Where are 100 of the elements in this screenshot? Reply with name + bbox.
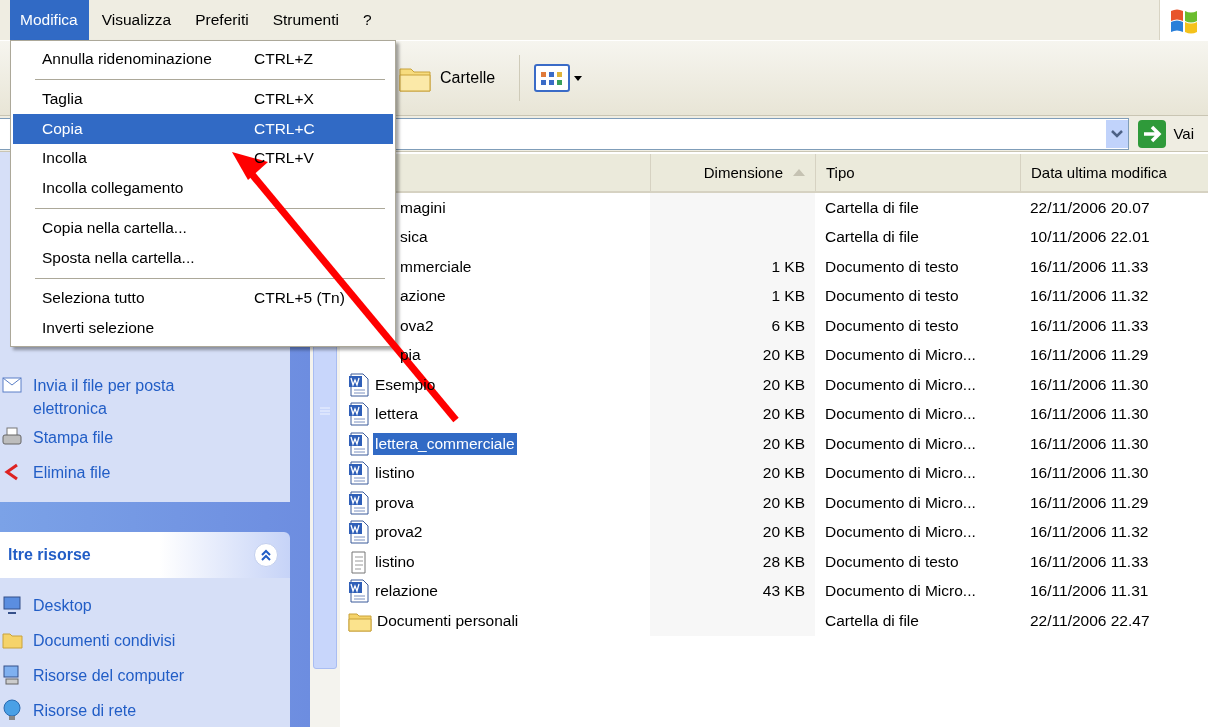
word-document-icon (348, 579, 370, 604)
file-date: 22/11/2006 20.07 (1030, 198, 1150, 217)
file-type: Documento di testo (825, 257, 959, 276)
file-type: Cartella di file (825, 611, 919, 630)
size-cell: 43 KB (650, 576, 815, 606)
size-cell: 6 KB (650, 311, 815, 341)
sort-arrow-icon (793, 169, 805, 176)
file-name[interactable]: magini (398, 196, 448, 219)
printer-icon (2, 426, 24, 448)
file-name[interactable]: lettera (373, 403, 421, 426)
size-cell: 20 KB (650, 340, 815, 370)
file-date: 10/11/2006 22.01 (1030, 228, 1150, 247)
menu-item[interactable]: Copia CTRL+C (13, 114, 393, 144)
file-type: Documento di Micro... (825, 493, 976, 512)
task-link[interactable]: Invia il file per posta elettronica (33, 374, 233, 420)
file-type: Documento di Micro... (825, 523, 976, 542)
menu-item[interactable]: Incolla CTRL+V (13, 143, 393, 173)
menu-bar-item[interactable]: ? (353, 0, 383, 40)
file-type: Documento di Micro... (825, 375, 976, 394)
file-type: Documento di Micro... (825, 464, 976, 483)
size-cell: 20 KB (650, 458, 815, 488)
file-type: Cartella di file (825, 198, 919, 217)
file-date: 16/11/2006 11.30 (1030, 375, 1149, 394)
file-date: 22/11/2006 22.47 (1030, 611, 1150, 630)
chevron-down-icon (1111, 129, 1124, 138)
menu-bar-item[interactable]: Preferiti (185, 0, 260, 40)
size-cell: 20 KB (650, 370, 815, 400)
menu-item[interactable]: Annulla ridenominazione CTRL+Z (13, 44, 393, 74)
file-date: 16/11/2006 11.31 (1030, 582, 1149, 601)
file-name[interactable]: ova2 (398, 314, 436, 337)
column-header[interactable]: Data ultima modifica (1020, 154, 1208, 191)
word-document-icon (348, 372, 370, 397)
word-document-icon (348, 461, 370, 486)
file-date: 16/11/2006 11.32 (1030, 523, 1149, 542)
file-name[interactable]: listino (373, 462, 417, 485)
file-date: 16/11/2006 11.33 (1030, 257, 1149, 276)
file-type: Documento di Micro... (825, 434, 976, 453)
arrow-right-icon (1137, 118, 1168, 149)
file-type: Documento di Micro... (825, 346, 976, 365)
file-type: Documento di testo (825, 287, 959, 306)
network-icon (2, 699, 24, 721)
place-link[interactable]: Desktop (33, 594, 92, 617)
file-date: 16/11/2006 11.29 (1030, 493, 1149, 512)
panel-title: ltre risorse (8, 546, 91, 564)
size-cell: 20 KB (650, 399, 815, 429)
folders-button[interactable]: Cartelle (398, 57, 506, 99)
task-link[interactable]: Elimina file (33, 461, 233, 484)
envelope-icon (2, 374, 24, 396)
menu-bar-item[interactable]: Strumenti (262, 0, 350, 40)
word-document-icon (348, 402, 370, 427)
menu-item[interactable]: Inverti selezione (13, 313, 393, 343)
size-cell: 20 KB (650, 429, 815, 459)
views-icon (534, 63, 585, 93)
dropdown-button[interactable] (1106, 119, 1129, 148)
chevron-up-icon (260, 549, 272, 561)
go-button[interactable]: Vai (1137, 118, 1194, 149)
file-date: 16/11/2006 11.30 (1030, 405, 1149, 424)
menu-item[interactable]: Incolla collegamento (13, 173, 393, 203)
file-name[interactable]: listino (373, 550, 417, 573)
file-date: 16/11/2006 11.30 (1030, 464, 1149, 483)
size-cell: 28 KB (650, 547, 815, 577)
file-name[interactable]: mmerciale (398, 255, 474, 278)
file-type: Documento di testo (825, 316, 959, 335)
word-document-icon (348, 431, 370, 456)
file-date: 16/11/2006 11.32 (1030, 287, 1149, 306)
column-header[interactable]: Tipo (815, 154, 1020, 191)
task-link[interactable]: Stampa file (33, 426, 233, 449)
menu-item[interactable]: Sposta nella cartella... (13, 243, 393, 273)
file-date: 16/11/2006 11.30 (1030, 434, 1149, 453)
file-type: Documento di testo (825, 552, 959, 571)
menu-item[interactable]: Copia nella cartella... (13, 213, 393, 243)
size-cell: 20 KB (650, 488, 815, 518)
file-name[interactable]: prova2 (373, 521, 425, 544)
place-link[interactable]: Documenti condivisi (33, 629, 176, 652)
file-date: 16/11/2006 11.33 (1030, 316, 1149, 335)
file-date: 16/11/2006 11.33 (1030, 552, 1149, 571)
collapse-button[interactable] (254, 543, 278, 567)
file-type: Documento di Micro... (825, 582, 976, 601)
file-name[interactable]: Documenti personali (375, 609, 521, 632)
place-link[interactable]: Risorse di rete (33, 699, 137, 722)
size-cell: 20 KB (650, 517, 815, 547)
file-date: 16/11/2006 11.29 (1030, 346, 1149, 365)
file-name[interactable]: azione (398, 285, 448, 308)
file-name[interactable]: relazione (373, 580, 440, 603)
menu-item[interactable]: Seleziona tutto CTRL+5 (Tn) (13, 283, 393, 313)
file-type: Documento di Micro... (825, 405, 976, 424)
menu-bar-item[interactable]: Visualizza (91, 0, 183, 40)
menu-item[interactable]: Taglia CTRL+X (13, 84, 393, 114)
file-name[interactable]: prova (373, 491, 416, 514)
place-link[interactable]: Risorse del computer (33, 664, 185, 687)
file-type: Cartella di file (825, 228, 919, 247)
size-cell: 1 KB (650, 252, 815, 282)
word-document-icon (348, 490, 370, 515)
file-name[interactable]: lettera_commerciale (373, 432, 517, 455)
menu-bar-item[interactable]: Modifica (10, 0, 89, 40)
desktop-icon (2, 594, 24, 616)
size-cell: 1 KB (650, 281, 815, 311)
file-name[interactable]: sica (398, 226, 430, 249)
word-document-icon (348, 520, 370, 545)
column-header[interactable]: Dimensione (650, 154, 815, 191)
